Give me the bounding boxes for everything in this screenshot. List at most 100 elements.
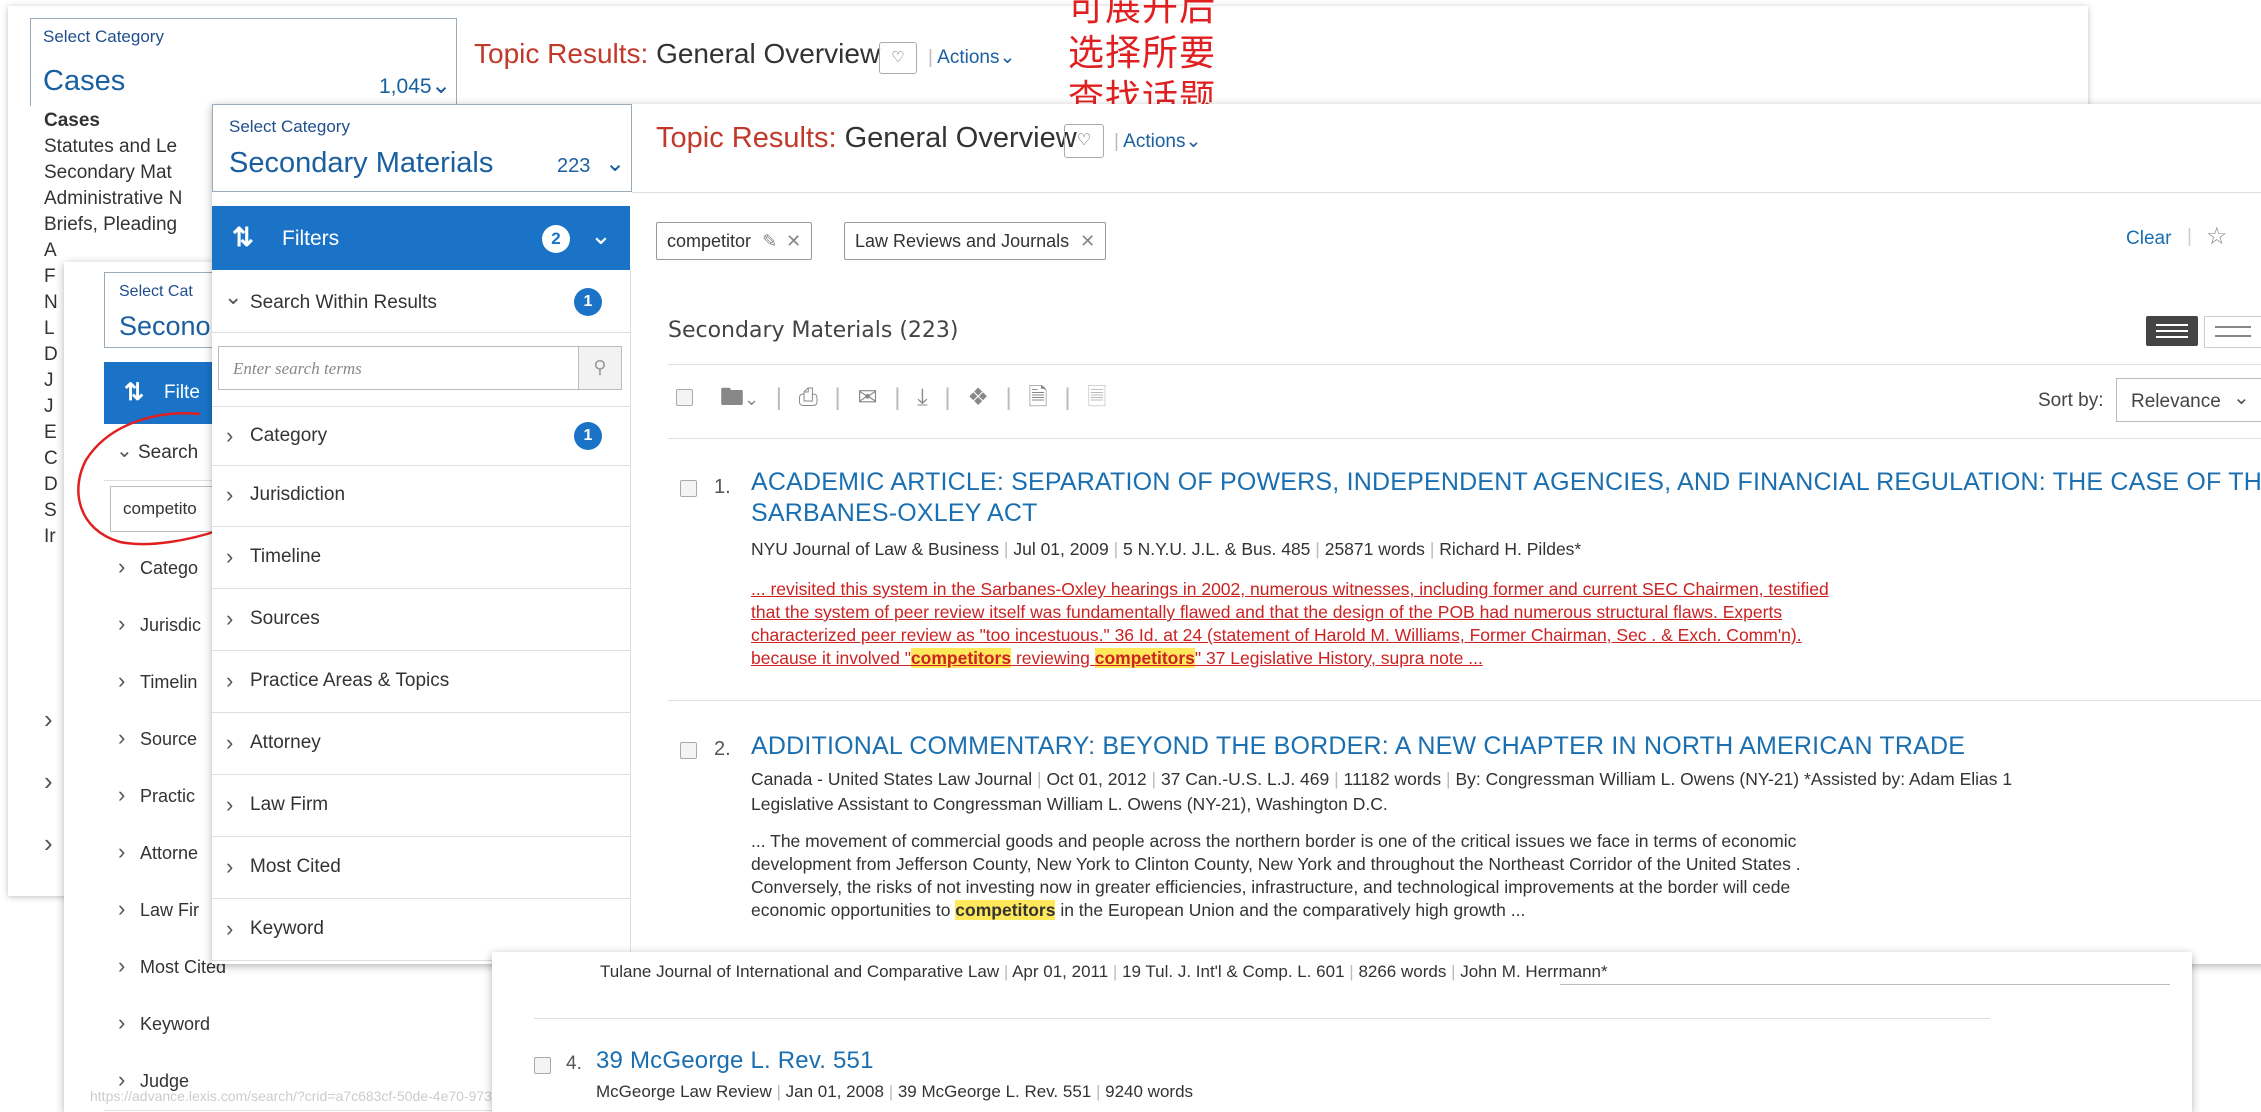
dropdown-item[interactable]: E (44, 422, 57, 444)
dropdown-item[interactable]: D (44, 474, 58, 496)
main-topic-header: Topic Results: General Overview (656, 122, 1077, 155)
result-title[interactable]: ADDITIONAL COMMENTARY: BEYOND THE BORDER… (751, 732, 1965, 761)
sort-select[interactable]: Relevance ⌄ (2116, 378, 2261, 422)
mid-filter-row[interactable]: › Practic (104, 768, 224, 826)
result-checkbox[interactable] (680, 742, 697, 759)
back-category-selector[interactable]: Select Category Cases 1,045 ⌄ (30, 18, 457, 108)
email-icon[interactable]: ✉ (857, 384, 877, 411)
chip-term-label: competitor (667, 231, 752, 251)
back-topic-header: Topic Results: General Overview (474, 38, 880, 70)
dropdown-item[interactable]: Statutes and Le (44, 136, 177, 158)
result-title[interactable]: ACADEMIC ARTICLE: SEPARATION OF POWERS, … (751, 468, 2261, 528)
chip-source[interactable]: Law Reviews and Journals ✕ (844, 222, 1107, 260)
dropdown-item[interactable]: L (44, 318, 55, 340)
dropdown-item[interactable]: F (44, 266, 56, 288)
filter-row[interactable]: › Law Firm (212, 774, 630, 837)
back-chevron-right-icon[interactable]: › (44, 828, 53, 859)
search-within-input[interactable]: Enter search terms ⚲ (218, 346, 622, 390)
export-icon[interactable]: 🗏 (1087, 384, 1106, 411)
download-icon[interactable]: ⤓ (917, 384, 928, 411)
result-title[interactable]: 39 McGeorge L. Rev. 551 (596, 1047, 874, 1075)
clear-link[interactable]: Clear (2126, 228, 2171, 250)
chevron-right-icon: › (118, 782, 126, 807)
mid-filter-label: Source (140, 729, 198, 749)
chevron-down-icon[interactable]: ⌄ (744, 389, 759, 409)
back-bell-button[interactable]: ♡ (879, 42, 917, 74)
result-meta: McGeorge Law Review | Jan 01, 2008 | 39 … (596, 1082, 1194, 1101)
view-compact-icon[interactable] (2204, 316, 2261, 348)
dropdown-item[interactable]: D (44, 344, 58, 366)
meta-source: McGeorge Law Review (596, 1082, 772, 1101)
print-icon[interactable]: ⎙ (799, 384, 818, 411)
meta-citation: 19 Tul. J. Int'l & Comp. L. 601 (1122, 962, 1345, 981)
snippet-line: ... The movement of commercial goods and… (751, 831, 1797, 851)
snippet-line: development from Jefferson County, New Y… (751, 854, 1801, 874)
dropdown-item[interactable]: N (44, 292, 58, 314)
select-all-checkbox[interactable] (676, 389, 693, 406)
view-list-icon[interactable] (2146, 316, 2198, 346)
star-icon[interactable]: ☆ (2206, 222, 2228, 251)
mid-filter-row[interactable]: › Jurisdic (104, 597, 224, 655)
snippet-line: economic opportunities to competitors in… (751, 899, 1801, 922)
filter-row[interactable]: › Most Cited (212, 836, 630, 899)
dropdown-item[interactable]: S (44, 500, 57, 522)
back-category-count: 1,045 (379, 75, 432, 98)
filter-row-label: Most Cited (250, 856, 341, 877)
filter-row[interactable]: › Jurisdiction (212, 464, 630, 527)
main-actions-menu[interactable]: | Actions⌄ (1114, 130, 1201, 153)
result-title-line: SARBANES-OXLEY ACT (751, 499, 1038, 527)
meta-citation: 37 Can.-U.S. L.J. 469 (1160, 769, 1330, 789)
dropdown-item[interactable]: A (44, 240, 57, 262)
main-filters-bar[interactable]: ⇅ Filters 2 ⌄ (212, 206, 630, 270)
filters-count-badge: 2 (542, 225, 570, 253)
mid-select-label: Select Cat (119, 283, 193, 300)
back-actions-label: Actions (937, 47, 1000, 68)
mid-category-selector[interactable]: Select Cat Secono (104, 272, 225, 348)
mid-filter-row[interactable]: › Attorne (104, 825, 224, 883)
filter-row-label: Practice Areas & Topics (250, 670, 450, 691)
snippet-line: because it involved "competitors reviewi… (751, 647, 1829, 670)
filter-row[interactable]: › Practice Areas & Topics (212, 650, 630, 713)
result-snippet: ... revisited this system in the Sarbane… (751, 578, 1829, 670)
dropdown-item[interactable]: Ir (44, 526, 56, 548)
dropdown-item[interactable]: Administrative N (44, 188, 182, 210)
chip-term[interactable]: competitor ✎ ✕ (656, 222, 813, 260)
main-topic-prefix: Topic Results: (656, 122, 837, 154)
dropdown-item[interactable]: Briefs, Pleading (44, 214, 177, 236)
back-actions-menu[interactable]: | Actions⌄ (928, 46, 1015, 69)
clear-label: Clear (2126, 228, 2172, 249)
folder-icon[interactable]: 🖿 (720, 384, 744, 411)
category-filter-row[interactable]: › Category 1 (212, 406, 630, 466)
meta-author: By: Congressman William L. Owens (NY-21)… (1455, 769, 2013, 789)
dropdown-item[interactable]: Secondary Mat (44, 162, 172, 184)
filter-row[interactable]: › Sources (212, 588, 630, 651)
dropdown-item[interactable]: Cases (44, 110, 100, 132)
result-checkbox[interactable] (534, 1057, 551, 1074)
dropbox-icon[interactable]: ❖ (967, 384, 989, 411)
dropdown-item[interactable]: J (44, 396, 54, 418)
main-bell-button[interactable]: ♡ (1064, 124, 1104, 158)
mid-filter-row[interactable]: › Timelin (104, 654, 224, 712)
mid-filter-row[interactable]: › Law Fir (104, 882, 224, 940)
back-chevron-right-icon[interactable]: › (44, 704, 53, 735)
close-icon[interactable]: ✕ (1080, 231, 1095, 251)
search-within-row[interactable]: ⌄ Search Within Results 1 (212, 270, 630, 333)
filter-row[interactable]: › Attorney (212, 712, 630, 775)
result-checkbox[interactable] (680, 480, 697, 497)
dropdown-item[interactable]: J (44, 370, 54, 392)
close-icon[interactable]: ✕ (786, 231, 801, 251)
filter-row[interactable]: › Timeline (212, 526, 630, 589)
mid-filter-label: Timelin (140, 672, 198, 692)
main-category-selector[interactable]: Select Category Secondary Materials 223 … (212, 104, 632, 192)
sidebar-column: ⌄ Search Within Results 1 Enter search t… (212, 270, 631, 961)
document-icon[interactable]: 🗎 (1028, 384, 1047, 411)
mid-filter-row[interactable]: › Keyword (104, 996, 494, 1054)
back-chevron-right-icon[interactable]: › (44, 766, 53, 797)
results-heading: Secondary Materials (223) (668, 318, 959, 343)
chevron-down-icon: ⌄ (605, 150, 626, 177)
pencil-icon[interactable]: ✎ (762, 231, 777, 251)
dropdown-item[interactable]: C (44, 448, 58, 470)
meta-words: 25871 words (1324, 539, 1425, 559)
search-icon[interactable]: ⚲ (578, 347, 621, 389)
mid-filter-row[interactable]: › Source (104, 711, 224, 769)
